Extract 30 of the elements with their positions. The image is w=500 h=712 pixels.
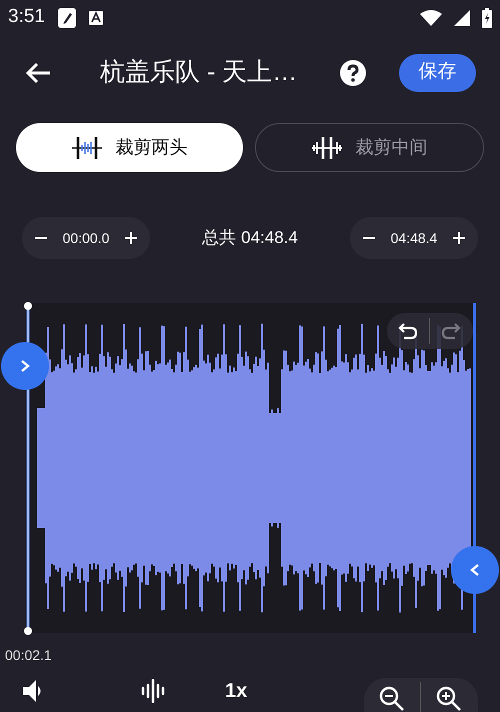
plus-icon[interactable]: [452, 231, 466, 245]
mode-tab[interactable]: 裁剪两头: [16, 123, 243, 172]
undo-icon: [398, 322, 418, 340]
chevron-left-icon: [470, 563, 480, 577]
font-icon: [88, 10, 103, 24]
notes-icon: [56, 6, 77, 28]
save-button[interactable]: 保存: [399, 54, 476, 92]
chevron-right-icon: [20, 359, 30, 373]
zoom-out-icon: [379, 686, 405, 712]
playhead-time: 00:02.1: [5, 646, 52, 665]
plus-icon[interactable]: [124, 231, 138, 245]
back-arrow-icon[interactable]: [24, 60, 52, 84]
zoom-in-icon: [436, 686, 462, 712]
trim-sides-icon: [72, 136, 102, 160]
start-handle-button[interactable]: [1, 342, 49, 390]
start-time: 00:00.0: [62, 228, 110, 248]
waveform-icon[interactable]: [141, 679, 165, 703]
song-title: 杭盖乐队 - 天上…: [100, 56, 298, 88]
total-label: 总共: [202, 227, 236, 250]
battery-icon: [482, 8, 492, 28]
wifi-icon: [420, 10, 442, 26]
mode-tab[interactable]: 裁剪中间: [255, 123, 484, 172]
speed-button[interactable]: 1x: [225, 676, 248, 706]
total-duration: 04:48.4: [241, 227, 298, 250]
redo-icon: [441, 322, 461, 340]
help-icon[interactable]: [339, 58, 367, 86]
trim-middle-icon: [312, 136, 342, 160]
signal-icon: [454, 10, 470, 26]
end-time: 04:48.4: [390, 228, 438, 248]
status-time: 3:51: [8, 5, 45, 30]
